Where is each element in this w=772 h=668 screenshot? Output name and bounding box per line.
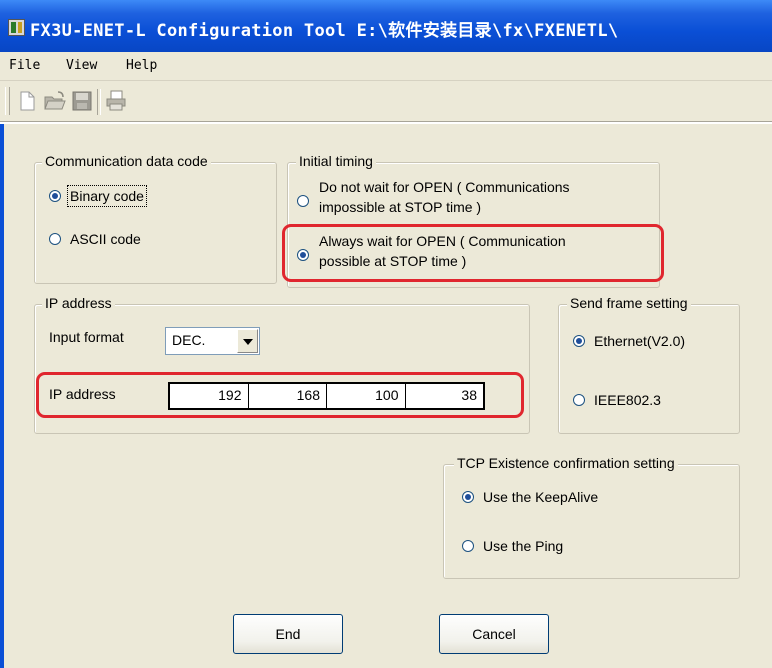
menu-file-label: File [9,58,41,73]
do-not-wait-radio-button[interactable] [297,195,309,207]
toolbar-grip[interactable] [5,87,10,115]
keepalive-radio-button[interactable] [462,491,474,503]
cancel-button[interactable]: Cancel [439,614,549,654]
tcp-existence-confirmation-group: TCP Existence confirmation setting Use t… [443,455,740,579]
toolbar-separator [97,89,101,115]
input-format-value: DEC. [172,332,206,348]
send-frame-setting-group: Send frame setting Ethernet(V2.0) IEEE80… [558,295,740,434]
window-left-border [0,124,4,668]
ieee8023-label: IEEE802.3 [594,392,661,408]
send-frame-setting-legend: Send frame setting [567,295,691,311]
ping-label: Use the Ping [483,538,564,554]
binary-code-radio[interactable]: Binary code [49,185,147,207]
title-bar[interactable]: FX3U-ENET-L Configuration Tool E:\软件安装目录… [0,0,772,52]
ip-address-highlight [36,372,524,418]
input-format-label: Input format [49,329,124,345]
app-icon [8,19,25,36]
binary-code-radio-button[interactable] [49,190,61,202]
tcp-existence-confirmation-legend: TCP Existence confirmation setting [454,455,678,471]
end-button[interactable]: End [233,614,343,654]
print-icon[interactable] [104,89,128,113]
ping-radio-button[interactable] [462,540,474,552]
do-not-wait-label: Do not wait for OPEN ( Communications im… [319,177,570,217]
ping-radio[interactable]: Use the Ping [462,536,563,556]
save-disk-icon[interactable] [70,89,94,113]
open-folder-icon[interactable] [43,89,67,113]
menu-file[interactable]: File [9,58,40,73]
ethernet-v2-radio[interactable]: Ethernet(V2.0) [573,331,685,351]
communication-data-code-group: Communication data code Binary code ASCI… [34,153,277,284]
ip-address-legend: IP address [42,295,115,311]
initial-timing-legend: Initial timing [296,153,376,169]
ieee8023-radio-button[interactable] [573,394,585,406]
menu-help[interactable]: Help [126,58,157,73]
ethernet-v2-radio-button[interactable] [573,335,585,347]
do-not-wait-label-line1: Do not wait for OPEN ( Communications [319,179,570,195]
ethernet-v2-label: Ethernet(V2.0) [594,333,686,349]
menu-view-label: View [66,58,98,73]
input-format-select[interactable]: DEC. [165,327,260,355]
ieee8023-radio[interactable]: IEEE802.3 [573,390,661,410]
ascii-code-label: ASCII code [70,231,141,247]
menu-help-label: Help [126,58,158,73]
do-not-wait-radio[interactable]: Do not wait for OPEN ( Communications im… [297,177,570,217]
communication-data-code-legend: Communication data code [42,153,211,169]
binary-code-label: Binary code [67,185,147,207]
new-file-icon[interactable] [15,89,39,113]
keepalive-label: Use the KeepAlive [483,489,599,505]
chevron-down-icon[interactable] [237,329,258,353]
toolbar [0,81,772,121]
ascii-code-radio[interactable]: ASCII code [49,229,141,249]
do-not-wait-label-line2: impossible at STOP time ) [319,199,482,215]
ascii-code-radio-button[interactable] [49,233,61,245]
menu-view[interactable]: View [66,58,97,73]
always-wait-highlight [282,224,664,282]
keepalive-radio[interactable]: Use the KeepAlive [462,487,598,507]
window-title: FX3U-ENET-L Configuration Tool E:\软件安装目录… [30,21,619,41]
menu-bar: File View Help [0,52,772,81]
